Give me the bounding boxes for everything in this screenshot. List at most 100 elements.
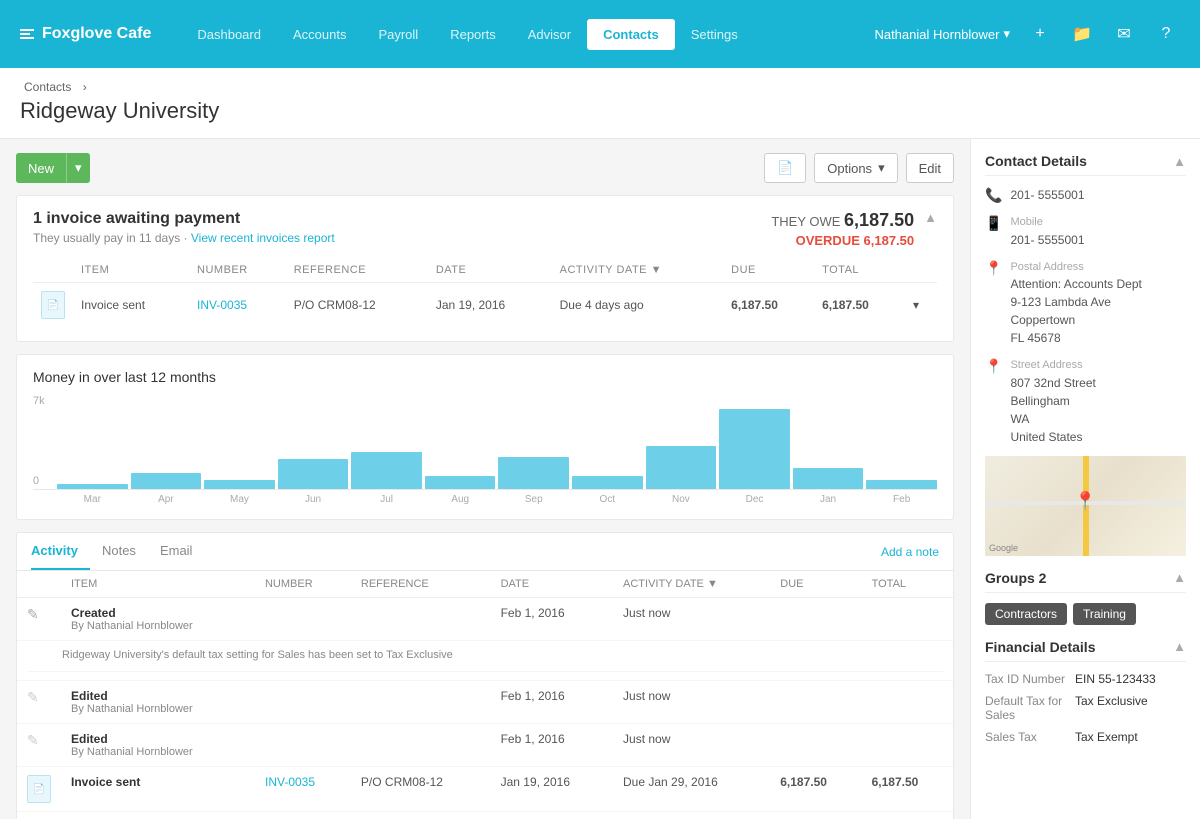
document-button[interactable]: 📄 xyxy=(764,153,806,183)
nav-advisor[interactable]: Advisor xyxy=(512,19,587,50)
activity-icon-cell: ✎ xyxy=(17,812,61,819)
banner-title: 1 invoice awaiting payment xyxy=(33,210,335,228)
edit-button[interactable]: Edit xyxy=(906,153,954,183)
owe-amount: 6,187.50 xyxy=(844,210,914,230)
tax-id-label: Tax ID Number xyxy=(985,672,1075,686)
chart-bar xyxy=(425,476,496,489)
street-state: WA xyxy=(1010,410,1095,428)
tax-id-row: Tax ID Number EIN 55-123433 xyxy=(985,672,1186,686)
financial-section: Financial Details ▲ Tax ID Number EIN 55… xyxy=(985,639,1186,744)
chart-label: Oct xyxy=(572,494,643,505)
new-dropdown-button[interactable]: ▾ xyxy=(67,153,90,183)
chart-bar xyxy=(646,446,717,489)
col-number: NUMBER xyxy=(189,258,286,283)
banner-right: THEY OWE 6,187.50 OVERDUE 6,187.50 ▲ xyxy=(771,210,937,248)
invoice-row-expand[interactable]: ▾ xyxy=(905,283,937,328)
invoice-number[interactable]: INV-0035 xyxy=(189,283,286,328)
table-row: 📄 Invoice sent INV-0035 P/O CRM08-12 Jan… xyxy=(33,283,937,328)
invoice-table: ITEM NUMBER REFERENCE DATE ACTIVITY DATE… xyxy=(33,258,937,327)
group-tag-contractors[interactable]: Contractors xyxy=(985,603,1067,625)
activity-item-by: By Nathanial Hornblower xyxy=(71,703,245,715)
breadcrumb-parent[interactable]: Contacts xyxy=(24,80,71,94)
activity-item-cell: Edited By Nathanial Hornblower xyxy=(61,681,255,724)
activity-item-cell: Created By Nathanial Hornblower xyxy=(61,598,255,641)
tab-notes[interactable]: Notes xyxy=(102,533,148,570)
activity-note-row: Ridgeway University's default tax settin… xyxy=(17,641,953,681)
chart-label: May xyxy=(204,494,275,505)
chart-bar xyxy=(131,473,202,489)
postal-street: 9-123 Lambda Ave xyxy=(1010,293,1141,311)
invoice-banner: 1 invoice awaiting payment They usually … xyxy=(16,195,954,342)
chart-bar-group xyxy=(425,476,496,489)
new-button-group: New ▾ xyxy=(16,153,90,183)
groups-collapse[interactable]: ▲ xyxy=(1173,570,1186,585)
chart-bar-group xyxy=(131,473,202,489)
banner-collapse-icon[interactable]: ▲ xyxy=(924,210,937,225)
act-number[interactable]: INV-0035 xyxy=(255,767,351,812)
activity-icon-cell: ✎ xyxy=(17,724,61,767)
act-date: Feb 1, 2016 xyxy=(491,681,613,724)
options-dropdown-icon: ▾ xyxy=(878,160,885,176)
nav-dashboard[interactable]: Dashboard xyxy=(181,19,277,50)
toolbar: New ▾ 📄 Options ▾ Edit xyxy=(16,153,954,183)
user-menu[interactable]: Nathanial Hornblower ▾ xyxy=(874,26,1010,42)
add-note-link[interactable]: Add a note xyxy=(881,535,939,569)
act-col-activity: ACTIVITY DATE ▼ xyxy=(613,571,770,598)
street-country: United States xyxy=(1010,428,1095,446)
chart-bar xyxy=(57,484,128,489)
map-placeholder: 📍 Google xyxy=(985,456,1186,556)
postal-label: Postal Address xyxy=(1010,259,1141,276)
new-button[interactable]: New xyxy=(16,153,67,183)
nav-contacts[interactable]: Contacts xyxy=(587,19,675,50)
invoice-total: 6,187.50 xyxy=(814,283,905,328)
contact-details-collapse[interactable]: ▲ xyxy=(1173,154,1186,169)
mobile-row: 📱 Mobile 201- 5555001 xyxy=(985,214,1186,249)
nav-right: Nathanial Hornblower ▾ + 📁 ✉ ? xyxy=(874,20,1180,48)
street-value: 807 32nd Street xyxy=(1010,374,1095,392)
invoice-due: 6,187.50 xyxy=(723,283,814,328)
postal-attn: Attention: Accounts Dept xyxy=(1010,275,1141,293)
act-col-total: TOTAL xyxy=(862,571,953,598)
activity-icon-cell: 📄 xyxy=(17,767,61,812)
act-date: Jan 19, 2016 xyxy=(491,767,613,812)
activity-item-title: Invoice sent xyxy=(71,775,245,789)
phone-icon: 📞 xyxy=(985,187,1002,204)
chart-label: Nov xyxy=(646,494,717,505)
activity-item-by: By Nathanial Hornblower xyxy=(71,746,245,758)
mail-icon[interactable]: ✉ xyxy=(1110,20,1138,48)
chart-zero-label: 0 xyxy=(33,475,39,487)
breadcrumb[interactable]: Contacts › xyxy=(20,80,1180,94)
add-icon[interactable]: + xyxy=(1026,20,1054,48)
nav-payroll[interactable]: Payroll xyxy=(362,19,434,50)
tab-email[interactable]: Email xyxy=(160,533,205,570)
group-tag-training[interactable]: Training xyxy=(1073,603,1136,625)
street-city: Bellingham xyxy=(1010,392,1095,410)
financial-header: Financial Details ▲ xyxy=(985,639,1186,662)
act-activity-date: Just now xyxy=(613,681,770,724)
default-tax-label: Default Tax for Sales xyxy=(985,694,1075,722)
folder-icon[interactable]: 📁 xyxy=(1068,20,1096,48)
sales-tax-row: Sales Tax Tax Exempt xyxy=(985,730,1186,744)
nav-accounts[interactable]: Accounts xyxy=(277,19,362,50)
nav-settings[interactable]: Settings xyxy=(675,19,754,50)
col-actions xyxy=(905,258,937,283)
logo-icon xyxy=(20,29,34,39)
map-container[interactable]: 📍 Google xyxy=(985,456,1186,556)
activity-icon-cell: ✎ xyxy=(17,598,61,641)
activity-item-title: Created xyxy=(71,606,245,620)
activity-item-title: Edited xyxy=(71,732,245,746)
app-logo[interactable]: Foxglove Cafe xyxy=(20,25,151,43)
postal-detail: Postal Address Attention: Accounts Dept … xyxy=(1010,259,1141,348)
default-tax-value: Tax Exclusive xyxy=(1075,694,1148,722)
act-col-due: DUE xyxy=(770,571,861,598)
financial-collapse[interactable]: ▲ xyxy=(1173,639,1186,654)
help-icon[interactable]: ? xyxy=(1152,20,1180,48)
invoice-icon-cell: 📄 xyxy=(33,283,73,328)
tab-activity[interactable]: Activity xyxy=(31,533,90,570)
nav-reports[interactable]: Reports xyxy=(434,19,512,50)
chart-bar xyxy=(793,468,864,489)
chart-bar-group xyxy=(57,484,128,489)
options-button[interactable]: Options ▾ xyxy=(814,153,897,183)
view-report-link[interactable]: View recent invoices report xyxy=(191,231,335,245)
activity-tabs: Activity Notes Email Add a note xyxy=(17,533,953,571)
